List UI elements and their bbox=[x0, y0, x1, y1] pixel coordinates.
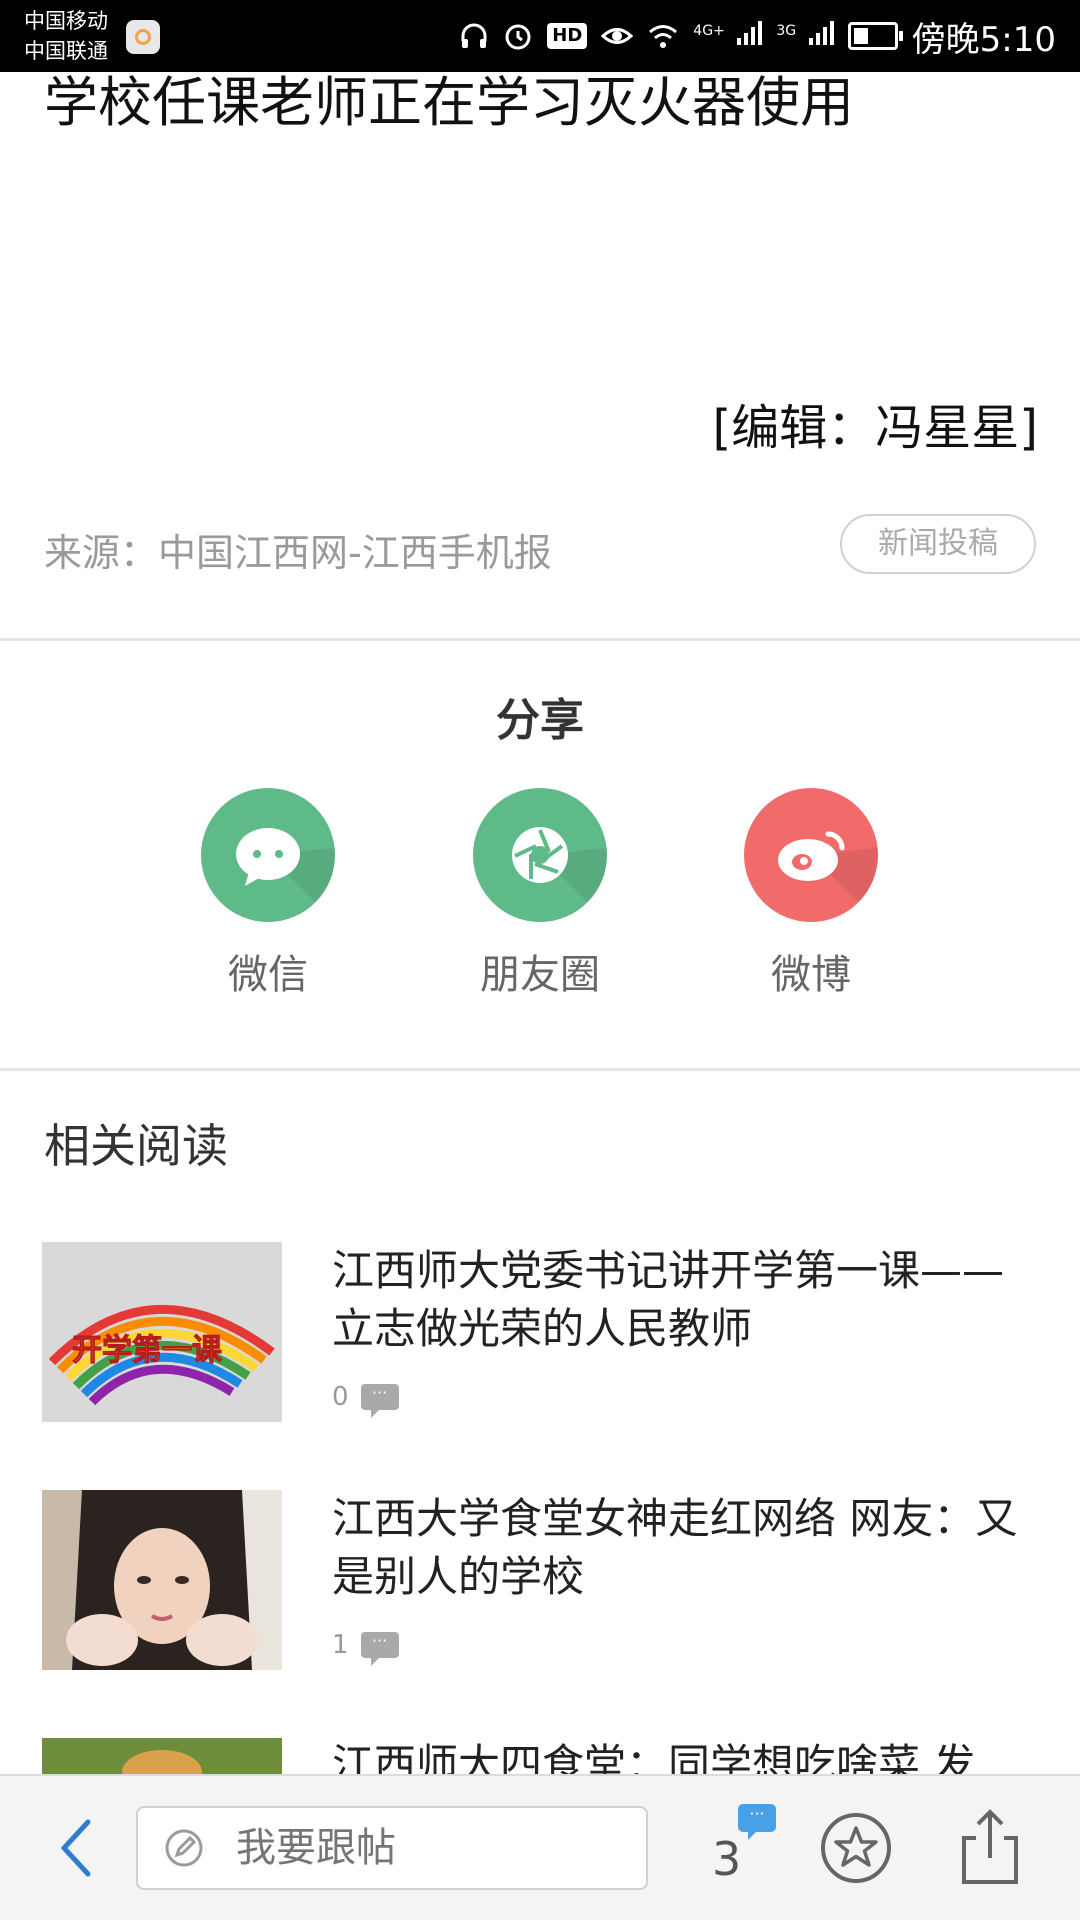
back-arrow-icon[interactable] bbox=[56, 1818, 96, 1878]
share-moments-button[interactable]: 朋友圈 bbox=[460, 788, 620, 1000]
comment-meta: 1 ··· bbox=[332, 1630, 399, 1666]
wifi-icon bbox=[649, 25, 678, 48]
carrier-info: 中国移动 中国联通 bbox=[24, 6, 108, 66]
headphones-icon bbox=[461, 23, 487, 48]
comment-count-total: 3 bbox=[712, 1832, 742, 1886]
clock: 傍晚5:10 bbox=[911, 19, 1056, 60]
eye-icon bbox=[601, 28, 634, 44]
network-type-label: 4G+ bbox=[693, 22, 725, 39]
share-icon[interactable] bbox=[960, 1806, 1020, 1886]
related-article-title: 江西师大党委书记讲开学第一课——立志做光荣的人民教师 bbox=[332, 1246, 1005, 1353]
network-type-label-2: 3G bbox=[776, 22, 797, 39]
favorite-star-icon[interactable] bbox=[820, 1812, 892, 1884]
bottom-toolbar: ··· 3 bbox=[0, 1774, 1080, 1920]
comment-count: 0 bbox=[332, 1382, 349, 1412]
share-weibo-button[interactable]: 微博 bbox=[731, 788, 891, 1000]
related-article-title: 江西师大四食堂：同学想吃啥菜 发 bbox=[332, 1740, 976, 1774]
submit-news-button[interactable]: 新闻投稿 bbox=[840, 514, 1036, 574]
signal-strength-icon bbox=[737, 20, 763, 45]
comment-meta: 0 ··· bbox=[332, 1382, 399, 1418]
related-article-item[interactable]: 开学第一课 江西师大党委书记讲开学第一课——立志做光荣的人民教师 0 ··· bbox=[42, 1242, 1042, 1422]
pencil-icon bbox=[165, 1829, 203, 1867]
related-article-item[interactable]: 江西师大四食堂：同学想吃啥菜 发 bbox=[42, 1738, 1042, 1774]
share-wechat-label: 微信 bbox=[228, 952, 308, 998]
signal-4g: 4G+ bbox=[693, 19, 763, 54]
status-bar: 中国移动 中国联通 HD 4G+ 3G 傍晚5:10 bbox=[0, 0, 1080, 72]
reply-input[interactable] bbox=[136, 1806, 648, 1890]
carrier-1: 中国移动 bbox=[24, 9, 108, 33]
divider bbox=[0, 638, 1080, 641]
share-moments-label: 朋友圈 bbox=[480, 952, 600, 998]
related-article-title: 江西大学食堂女神走红网络 网友：又是别人的学校 bbox=[332, 1494, 1018, 1601]
wechat-icon bbox=[201, 788, 335, 922]
divider bbox=[0, 1068, 1080, 1071]
carrier-2: 中国联通 bbox=[24, 39, 108, 63]
news-article-page: 中国移动 中国联通 HD 4G+ 3G 傍晚5:10 学校任课老师正在学习灭火器… bbox=[0, 0, 1080, 1920]
share-title: 分享 bbox=[496, 695, 584, 746]
comment-count: 1 bbox=[332, 1630, 349, 1660]
article-source: 来源：中国江西网-江西手机报 bbox=[44, 531, 552, 575]
alarm-icon bbox=[505, 24, 531, 50]
comments-button[interactable]: ··· 3 bbox=[700, 1804, 780, 1894]
related-reading-title: 相关阅读 bbox=[44, 1119, 228, 1173]
comment-icon: ··· bbox=[360, 1384, 399, 1418]
share-wechat-button[interactable]: 微信 bbox=[188, 788, 348, 1000]
article-thumbnail: 开学第一课 bbox=[42, 1242, 282, 1422]
notification-app-icon bbox=[126, 20, 160, 54]
signal-3g: 3G bbox=[776, 19, 834, 54]
battery-icon bbox=[847, 22, 903, 50]
share-weibo-label: 微博 bbox=[771, 952, 851, 998]
signal-strength-icon-2 bbox=[808, 20, 834, 45]
related-article-item[interactable]: 江西大学食堂女神走红网络 网友：又是别人的学校 1 ··· bbox=[42, 1490, 1042, 1670]
hd-badge: HD bbox=[547, 23, 588, 49]
article-thumbnail bbox=[42, 1490, 282, 1670]
weibo-icon bbox=[744, 788, 878, 922]
comment-icon: ··· bbox=[360, 1632, 399, 1666]
moments-icon bbox=[473, 788, 607, 922]
editor-credit: [编辑：冯星星] bbox=[712, 400, 1038, 456]
thumbnail-caption: 开学第一课 bbox=[72, 1333, 223, 1368]
article-thumbnail bbox=[42, 1738, 282, 1774]
article-title: 学校任课老师正在学习灭火器使用 bbox=[44, 71, 854, 134]
status-icons: HD 4G+ 3G 傍晚5:10 bbox=[459, 0, 1056, 72]
comment-bubble-icon: ··· bbox=[738, 1804, 776, 1840]
